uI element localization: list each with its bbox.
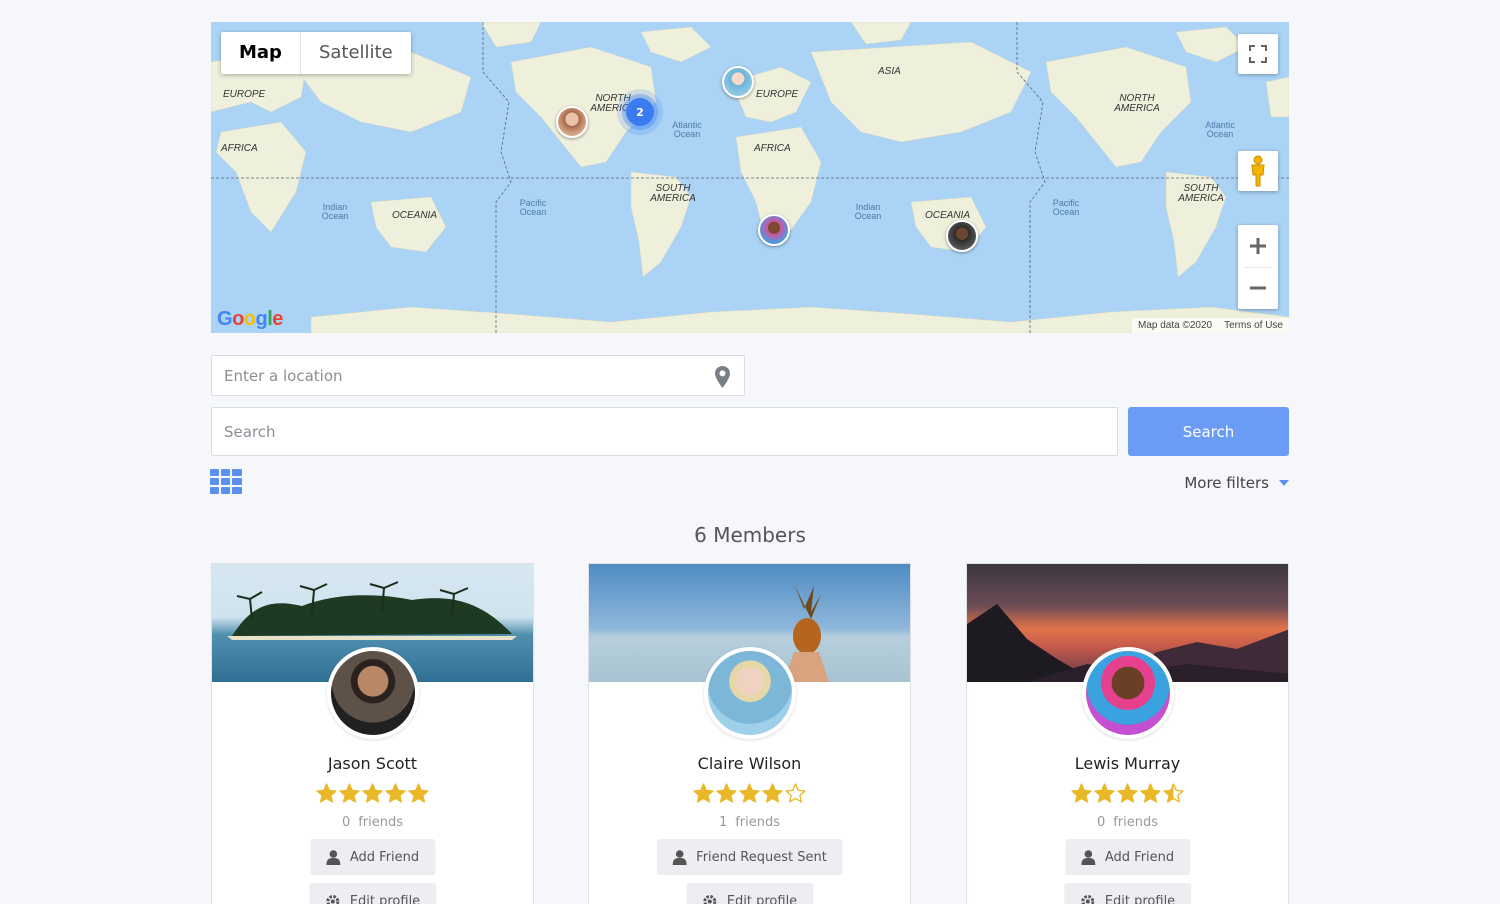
member-name[interactable]: Claire Wilson [589, 754, 910, 773]
avatar[interactable] [1082, 647, 1174, 739]
search-field [211, 407, 1118, 456]
add-friend-button[interactable]: Add Friend [1064, 839, 1191, 875]
friends-count: 0 friends [1096, 815, 1159, 830]
more-filters-toggle[interactable]: More filters [1184, 474, 1289, 492]
zoom-in-button[interactable] [1238, 225, 1278, 267]
minus-icon [1250, 286, 1266, 290]
map-label-europe: EUROPE [756, 89, 799, 100]
avatar[interactable] [327, 647, 419, 739]
map-label-north-america: NORTH AMERICA [1114, 93, 1160, 114]
star-icon [693, 783, 714, 803]
members-map[interactable]: EUROPE AFRICA NORTH AMERICA SOUTH AMERIC… [211, 22, 1289, 333]
map-type-map-button[interactable]: Map [221, 32, 301, 74]
star-icon [1117, 783, 1138, 803]
star-icon [1140, 783, 1161, 803]
map-marker-avatar[interactable] [946, 220, 978, 252]
user-icon [325, 849, 340, 865]
star-icon [716, 783, 737, 803]
friend-request-sent-button[interactable]: Friend Request Sent [656, 839, 843, 875]
map-type-control: Map Satellite [221, 32, 411, 74]
edit-profile-label: Edit profile [726, 893, 798, 904]
terms-of-use-link[interactable]: Terms of Use [1224, 320, 1283, 331]
edit-profile-label: Edit profile [1104, 893, 1176, 904]
member-card: Claire Wilson 1 friends Friend Request Se… [588, 563, 911, 904]
add-friend-button[interactable]: Add Friend [309, 839, 436, 875]
fullscreen-button[interactable] [1238, 34, 1278, 74]
location-field [211, 355, 745, 396]
map-label-europe: EUROPE [223, 89, 266, 100]
user-icon [1080, 849, 1095, 865]
zoom-control [1238, 225, 1278, 309]
map-label-indian-ocean: Indian Ocean [321, 202, 349, 221]
rating-stars [212, 783, 533, 803]
plus-icon [1250, 238, 1266, 254]
location-pin-icon[interactable] [715, 366, 730, 388]
star-icon [408, 783, 429, 803]
map-label-south-america: SOUTH AMERICA [1178, 183, 1224, 204]
member-card: Lewis Murray 0 friends Add Friend Edit pr… [966, 563, 1289, 904]
star-icon [339, 783, 360, 803]
map-label-africa: AFRICA [221, 143, 258, 154]
gear-icon [325, 894, 339, 904]
map-label-oceania: OCEANIA [392, 210, 438, 221]
map-label-pacific-ocean: Pacific Ocean [519, 198, 547, 217]
street-view-button[interactable] [1238, 151, 1278, 191]
map-label-asia: ASIA [878, 66, 901, 77]
friend-action-label: Friend Request Sent [696, 849, 827, 865]
friends-count: 1 friends [718, 815, 781, 830]
map-label-africa: AFRICA [754, 143, 791, 154]
map-label-pacific-ocean: Pacific Ocean [1052, 198, 1080, 217]
more-filters-label: More filters [1184, 474, 1269, 492]
map-attribution: Map data ©2020 Terms of Use [1132, 318, 1289, 333]
caret-down-icon [1279, 480, 1289, 486]
fullscreen-icon [1249, 45, 1267, 63]
star-icon [1094, 783, 1115, 803]
member-name[interactable]: Jason Scott [212, 754, 533, 773]
friend-action-label: Add Friend [349, 849, 420, 865]
pegman-icon [1251, 155, 1265, 187]
star-icon [1071, 783, 1092, 803]
map-marker-avatar[interactable] [722, 66, 754, 98]
avatar[interactable] [704, 647, 796, 739]
map-marker-avatar[interactable] [758, 214, 790, 246]
member-name[interactable]: Lewis Murray [967, 754, 1288, 773]
map-type-satellite-button[interactable]: Satellite [301, 32, 411, 74]
star-icon [739, 783, 760, 803]
friend-action-label: Add Friend [1104, 849, 1175, 865]
map-cluster-marker[interactable]: 2 [626, 98, 654, 126]
user-icon [672, 849, 687, 865]
map-label-south-america: SOUTH AMERICA [650, 183, 696, 204]
star-icon [1163, 783, 1184, 803]
map-label-atlantic-ocean: Atlantic Ocean [672, 120, 702, 139]
location-input[interactable] [212, 356, 744, 395]
zoom-out-button[interactable] [1238, 267, 1278, 309]
rating-stars [589, 783, 910, 803]
star-icon [385, 783, 406, 803]
gear-icon [1080, 894, 1094, 904]
star-icon [362, 783, 383, 803]
gear-icon [702, 894, 716, 904]
map-label-atlantic-ocean: Atlantic Ocean [1205, 120, 1235, 139]
star-icon [785, 783, 806, 803]
map-label-indian-ocean: Indian Ocean [854, 202, 882, 221]
rating-stars [967, 783, 1288, 803]
map-marker-avatar[interactable] [556, 106, 588, 138]
friends-count: 0 friends [341, 815, 404, 830]
star-icon [316, 783, 337, 803]
search-input[interactable] [212, 408, 1117, 455]
google-logo: Google [217, 308, 283, 330]
grid-view-icon[interactable] [210, 469, 242, 494]
member-card: Jason Scott 0 friends Add Friend Edit pro… [211, 563, 534, 904]
edit-profile-button[interactable]: Edit profile [1063, 883, 1192, 904]
edit-profile-button[interactable]: Edit profile [685, 883, 814, 904]
edit-profile-label: Edit profile [349, 893, 421, 904]
star-icon [762, 783, 783, 803]
edit-profile-button[interactable]: Edit profile [308, 883, 437, 904]
search-button[interactable]: Search [1128, 407, 1289, 456]
members-count: 6 Members [694, 523, 806, 547]
map-data-text: Map data ©2020 [1138, 320, 1213, 331]
